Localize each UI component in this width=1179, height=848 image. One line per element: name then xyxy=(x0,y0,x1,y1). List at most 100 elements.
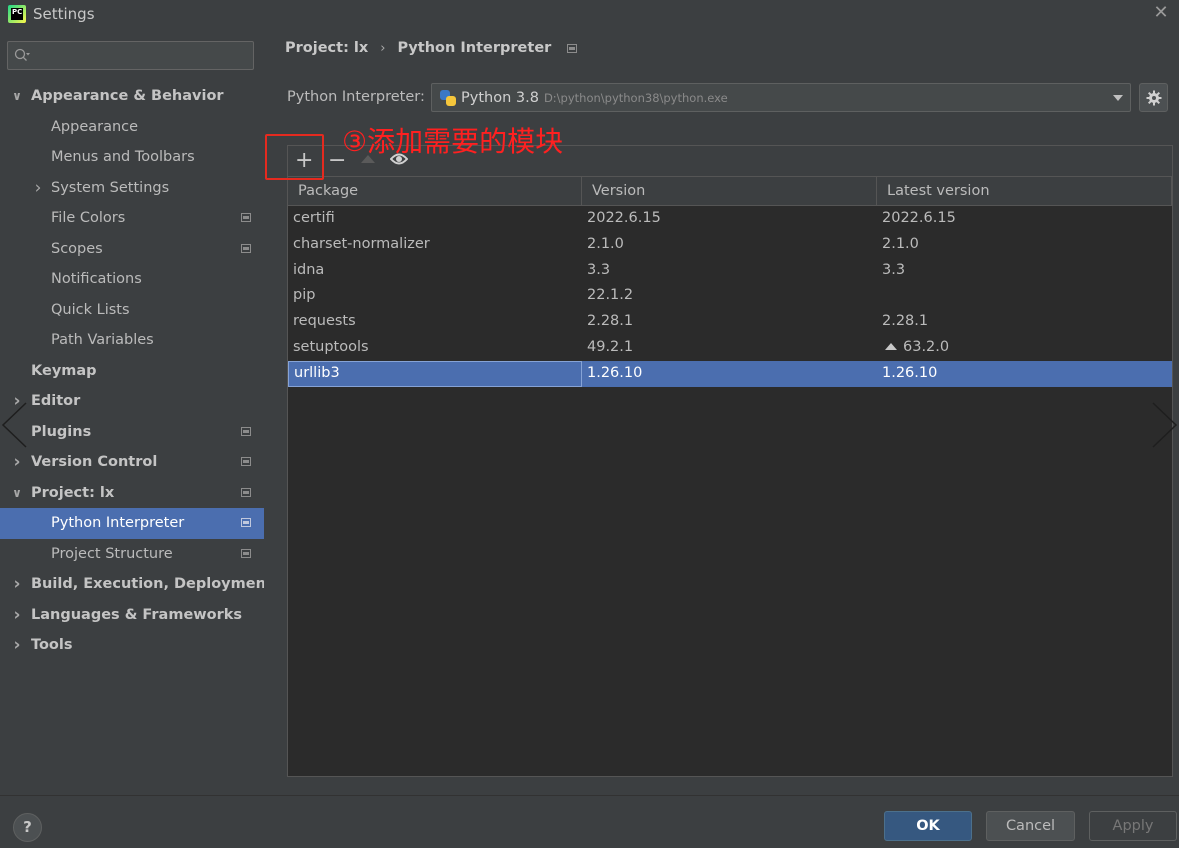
apply-button[interactable]: Apply xyxy=(1089,811,1177,841)
sidebar-item-scopes[interactable]: Scopes xyxy=(0,234,264,265)
version-cell-text: 1.26.10 xyxy=(587,364,643,381)
sidebar-item-notifications[interactable]: Notifications xyxy=(0,264,264,295)
sidebar-item-version-control[interactable]: › Version Control xyxy=(0,447,264,478)
chevron-down-icon[interactable]: ∨ xyxy=(10,89,24,103)
chevron-right-icon[interactable]: › xyxy=(10,635,24,655)
version-cell: 2.1.0 xyxy=(582,232,877,258)
sidebar-item-file-colors[interactable]: File Colors xyxy=(0,203,264,234)
sidebar-item-project-lx[interactable]: ∨ Project: lx xyxy=(0,478,264,509)
interpreter-label: Python Interpreter: xyxy=(287,89,425,105)
dropdown-arrow-icon[interactable] xyxy=(1113,95,1123,101)
chevron-right-icon[interactable]: › xyxy=(31,178,45,198)
package-name-cell-text: pip xyxy=(293,287,316,304)
sidebar-item-system-settings[interactable]: › System Settings xyxy=(0,173,264,204)
version-cell: 1.26.10 xyxy=(582,361,877,387)
sidebar-item-path-variables[interactable]: Path Variables xyxy=(0,325,264,356)
table-row[interactable]: idna 3.3 3.3 xyxy=(288,258,1172,284)
sidebar-item-quick-lists[interactable]: Quick Lists xyxy=(0,295,264,326)
chevron-right-icon[interactable]: › xyxy=(10,605,24,625)
sidebar-item-label: Appearance & Behavior xyxy=(31,88,224,105)
sidebar-item-label: Version Control xyxy=(31,454,158,471)
breadcrumb: Project: lx › Python Interpreter xyxy=(285,40,578,56)
chevron-down-icon[interactable]: ∨ xyxy=(10,486,24,500)
table-row[interactable]: pip 22.1.2 xyxy=(288,283,1172,309)
close-icon[interactable]: ✕ xyxy=(1151,3,1171,23)
breadcrumb-page: Python Interpreter xyxy=(397,40,552,56)
upgrade-available-icon xyxy=(885,342,897,350)
version-cell-text: 2.28.1 xyxy=(587,313,634,330)
sidebar-item-label: Editor xyxy=(31,393,81,410)
sidebar-item-build-execution-deployment[interactable]: › Build, Execution, Deployment xyxy=(0,569,272,600)
chevron-right-icon[interactable]: › xyxy=(10,452,24,472)
version-cell-text: 2022.6.15 xyxy=(587,210,661,226)
cancel-button[interactable]: Cancel xyxy=(986,811,1075,841)
version-cell-text: 22.1.2 xyxy=(587,287,634,304)
table-row[interactable]: setuptools 49.2.1 63.2.0 xyxy=(288,335,1172,361)
latest-version-cell-text: 3.3 xyxy=(882,261,906,278)
latest-version-cell-text: 2.28.1 xyxy=(882,313,929,330)
table-header: Package Version Latest version xyxy=(288,176,1172,206)
sidebar-item-languages-frameworks[interactable]: › Languages & Frameworks xyxy=(0,600,264,631)
sidebar-item-editor[interactable]: › Editor xyxy=(0,386,264,417)
latest-version-cell-text: 2022.6.15 xyxy=(882,210,956,226)
sidebar-item-label: Quick Lists xyxy=(51,301,130,318)
sidebar-item-plugins[interactable]: Plugins xyxy=(0,417,264,448)
sidebar-item-label: Notifications xyxy=(51,271,142,288)
interpreter-path: D:\python\python38\python.exe xyxy=(543,90,728,105)
python-icon xyxy=(440,89,456,106)
breadcrumb-project[interactable]: Project: lx xyxy=(285,40,368,56)
sidebar-item-appearance-behavior[interactable]: ∨ Appearance & Behavior xyxy=(0,81,264,112)
project-scope-icon xyxy=(241,426,251,436)
chevron-left-icon[interactable] xyxy=(0,400,30,450)
ok-button[interactable]: OK xyxy=(884,811,972,841)
package-name-cell-text: certifi xyxy=(293,210,335,226)
settings-sidebar: ∨ Appearance & Behavior Appearance Menus an… xyxy=(0,27,273,795)
project-scope-icon xyxy=(567,43,578,53)
package-name-cell-text: requests xyxy=(293,313,356,330)
column-header-package[interactable]: Package xyxy=(288,177,582,206)
table-row[interactable]: requests 2.28.1 2.28.1 xyxy=(288,309,1172,335)
column-header-version[interactable]: Version xyxy=(582,177,877,206)
sidebar-item-project-structure[interactable]: Project Structure xyxy=(0,539,264,570)
latest-version-cell-text: 63.2.0 xyxy=(903,338,950,355)
sidebar-item-python-interpreter[interactable]: Python Interpreter xyxy=(0,508,264,539)
window-title: Settings xyxy=(33,4,95,23)
table-row[interactable]: urllib3 1.26.10 1.26.10 xyxy=(288,360,1172,387)
sidebar-item-keymap[interactable]: Keymap xyxy=(0,356,264,387)
version-cell-text: 2.1.0 xyxy=(587,235,624,252)
column-header-latest-version[interactable]: Latest version xyxy=(877,177,1172,206)
latest-version-cell: 2.28.1 xyxy=(877,309,1172,335)
interpreter-settings-button[interactable] xyxy=(1139,83,1168,112)
settings-tree: ∨ Appearance & Behavior Appearance Menus an… xyxy=(0,81,273,661)
interpreter-name: Python 3.8 xyxy=(461,89,539,106)
latest-version-cell-text: 1.26.10 xyxy=(882,364,938,381)
settings-search[interactable] xyxy=(7,41,254,70)
latest-version-cell: 63.2.0 xyxy=(877,335,1172,361)
project-scope-icon xyxy=(241,457,251,466)
version-cell: 49.2.1 xyxy=(582,335,877,361)
interpreter-settings-panel: Project: lx › Python Interpreter Python … xyxy=(264,27,1179,795)
packages-panel: + − Package Version Latest version certi… xyxy=(287,145,1173,777)
sidebar-item-label: Scopes xyxy=(51,240,103,257)
package-name-cell: pip xyxy=(288,283,582,309)
sidebar-item-label: Path Variables xyxy=(51,332,154,349)
package-name-cell: requests xyxy=(288,309,582,335)
sidebar-item-appearance[interactable]: Appearance xyxy=(0,112,264,143)
package-name-cell-text: idna xyxy=(293,261,325,278)
table-row[interactable]: certifi 2022.6.15 2022.6.15 xyxy=(288,206,1172,232)
chevron-right-icon[interactable]: › xyxy=(10,574,24,594)
title-bar: PC Settings ✕ xyxy=(0,0,1179,27)
annotation-text: ③添加需要的模块 xyxy=(342,125,564,158)
breadcrumb-separator: › xyxy=(380,40,386,56)
table-row[interactable]: charset-normalizer 2.1.0 2.1.0 xyxy=(288,232,1172,258)
interpreter-dropdown[interactable]: Python 3.8 D:\python\python38\python.exe xyxy=(431,83,1131,112)
project-scope-icon xyxy=(241,487,251,497)
sidebar-item-menus-and-toolbars[interactable]: Menus and Toolbars xyxy=(0,142,264,173)
search-input[interactable] xyxy=(34,48,244,63)
project-scope-icon xyxy=(241,518,251,527)
chevron-right-icon[interactable] xyxy=(1149,400,1179,450)
version-cell: 22.1.2 xyxy=(582,283,877,309)
version-cell: 2022.6.15 xyxy=(582,206,877,232)
sidebar-item-tools[interactable]: › Tools xyxy=(0,630,264,661)
help-button[interactable]: ? xyxy=(13,813,42,842)
